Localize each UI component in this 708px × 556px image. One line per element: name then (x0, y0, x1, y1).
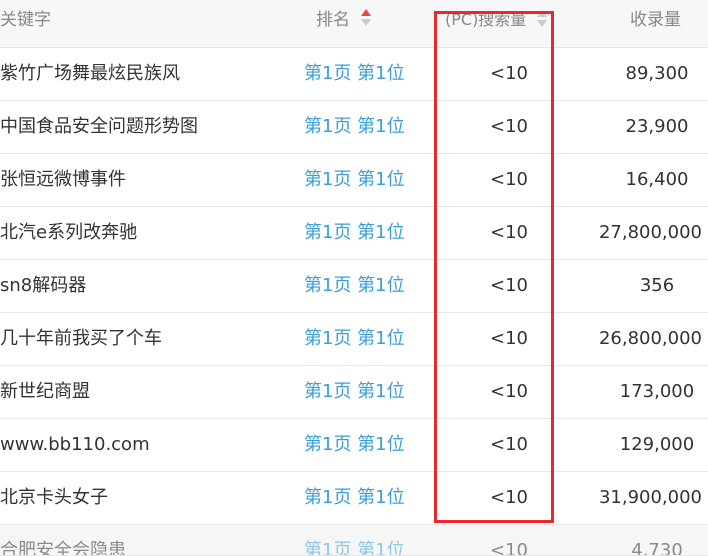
table-row: 中国食品安全问题形势图 第1页 第1位 <10 23,900 (0, 101, 708, 154)
keyword-ranking-table: 关键字 排名 (PC)搜索量 收录量 紫竹广场舞最炫民族风 第1页 第1位 <1… (0, 0, 708, 556)
column-header-keyword[interactable]: 关键字 (0, 0, 51, 47)
keyword-cell[interactable]: sn8解码器 (0, 260, 86, 312)
table-row: sn8解码器 第1页 第1位 <10 356 (0, 260, 708, 313)
rank-link[interactable]: 第1页 第1位 (304, 419, 405, 471)
rank-link[interactable]: 第1页 第1位 (304, 154, 405, 206)
rank-link[interactable]: 第1页 第1位 (304, 260, 405, 312)
indexed-count-cell: 4,730 (631, 540, 683, 556)
keyword-cell[interactable]: www.bb110.com (0, 419, 150, 471)
sort-descending-icon (537, 19, 548, 27)
column-header-rank-label: 排名 (316, 10, 350, 30)
table-header: 关键字 排名 (PC)搜索量 收录量 (0, 0, 708, 48)
pc-volume-cell: <10 (490, 222, 528, 243)
rank-link[interactable]: 第1页 第1位 (304, 313, 405, 365)
indexed-count-cell: 26,800,000 (598, 328, 702, 349)
indexed-count-cell: 16,400 (625, 169, 689, 190)
table-row: www.bb110.com 第1页 第1位 <10 129,000 (0, 419, 708, 472)
column-header-pc-volume-label: (PC)搜索量 (445, 10, 527, 29)
indexed-count-cell: 27,800,000 (598, 222, 702, 243)
column-header-indexed-label: 收录量 (630, 10, 681, 30)
column-header-indexed[interactable]: 收录量 (630, 0, 681, 47)
indexed-count-cell: 129,000 (619, 434, 695, 455)
pc-volume-cell: <10 (490, 434, 528, 455)
indexed-count-cell: 89,300 (625, 63, 689, 84)
column-header-keyword-label: 关键字 (0, 10, 51, 30)
indexed-count-cell: 31,900,000 (598, 487, 702, 508)
sort-arrows-icon[interactable] (361, 9, 372, 27)
column-header-pc-volume[interactable]: (PC)搜索量 (445, 0, 548, 47)
keyword-cell[interactable]: 新世纪商盟 (0, 366, 90, 418)
keyword-cell[interactable]: 北京卡头女子 (0, 472, 108, 524)
keyword-cell[interactable]: 合肥安全会隐患 (0, 525, 126, 555)
table-row: 紫竹广场舞最炫民族风 第1页 第1位 <10 89,300 (0, 48, 708, 101)
pc-volume-cell: <10 (490, 381, 528, 402)
table-row: 张恒远微博事件 第1页 第1位 <10 16,400 (0, 154, 708, 207)
keyword-cell[interactable]: 北汽e系列改奔驰 (0, 207, 137, 259)
pc-volume-cell: <10 (490, 540, 528, 556)
table-row: 北汽e系列改奔驰 第1页 第1位 <10 27,800,000 (0, 207, 708, 260)
indexed-count-cell: 173,000 (619, 381, 695, 402)
rank-link[interactable]: 第1页 第1位 (304, 101, 405, 153)
column-header-rank[interactable]: 排名 (316, 0, 372, 47)
pc-volume-cell: <10 (490, 63, 528, 84)
pc-volume-cell: <10 (490, 275, 528, 296)
table-row: 新世纪商盟 第1页 第1位 <10 173,000 (0, 366, 708, 419)
pc-volume-cell: <10 (490, 169, 528, 190)
rank-link[interactable]: 第1页 第1位 (304, 207, 405, 259)
indexed-count-cell: 356 (639, 275, 675, 296)
keyword-cell[interactable]: 紫竹广场舞最炫民族风 (0, 48, 180, 100)
keyword-cell[interactable]: 张恒远微博事件 (0, 154, 126, 206)
table-row: 几十年前我买了个车 第1页 第1位 <10 26,800,000 (0, 313, 708, 366)
rank-link[interactable]: 第1页 第1位 (304, 366, 405, 418)
keyword-cell[interactable]: 中国食品安全问题形势图 (0, 101, 198, 153)
rank-link[interactable]: 第1页 第1位 (304, 525, 405, 555)
indexed-count-cell: 23,900 (625, 116, 689, 137)
sort-descending-icon (361, 19, 372, 26)
rank-link[interactable]: 第1页 第1位 (304, 48, 405, 100)
table-body: 紫竹广场舞最炫民族风 第1页 第1位 <10 89,300 中国食品安全问题形势… (0, 48, 708, 556)
table-row-partial: 合肥安全会隐患 第1页 第1位 <10 4,730 (0, 525, 708, 556)
sort-ascending-icon (361, 9, 372, 16)
table-row: 北京卡头女子 第1页 第1位 <10 31,900,000 (0, 472, 708, 525)
sort-ascending-icon (537, 9, 548, 17)
pc-volume-cell: <10 (490, 487, 528, 508)
pc-volume-cell: <10 (490, 116, 528, 137)
keyword-cell[interactable]: 几十年前我买了个车 (0, 313, 162, 365)
rank-link[interactable]: 第1页 第1位 (304, 472, 405, 524)
sort-arrows-icon[interactable] (537, 9, 548, 28)
pc-volume-cell: <10 (490, 328, 528, 349)
